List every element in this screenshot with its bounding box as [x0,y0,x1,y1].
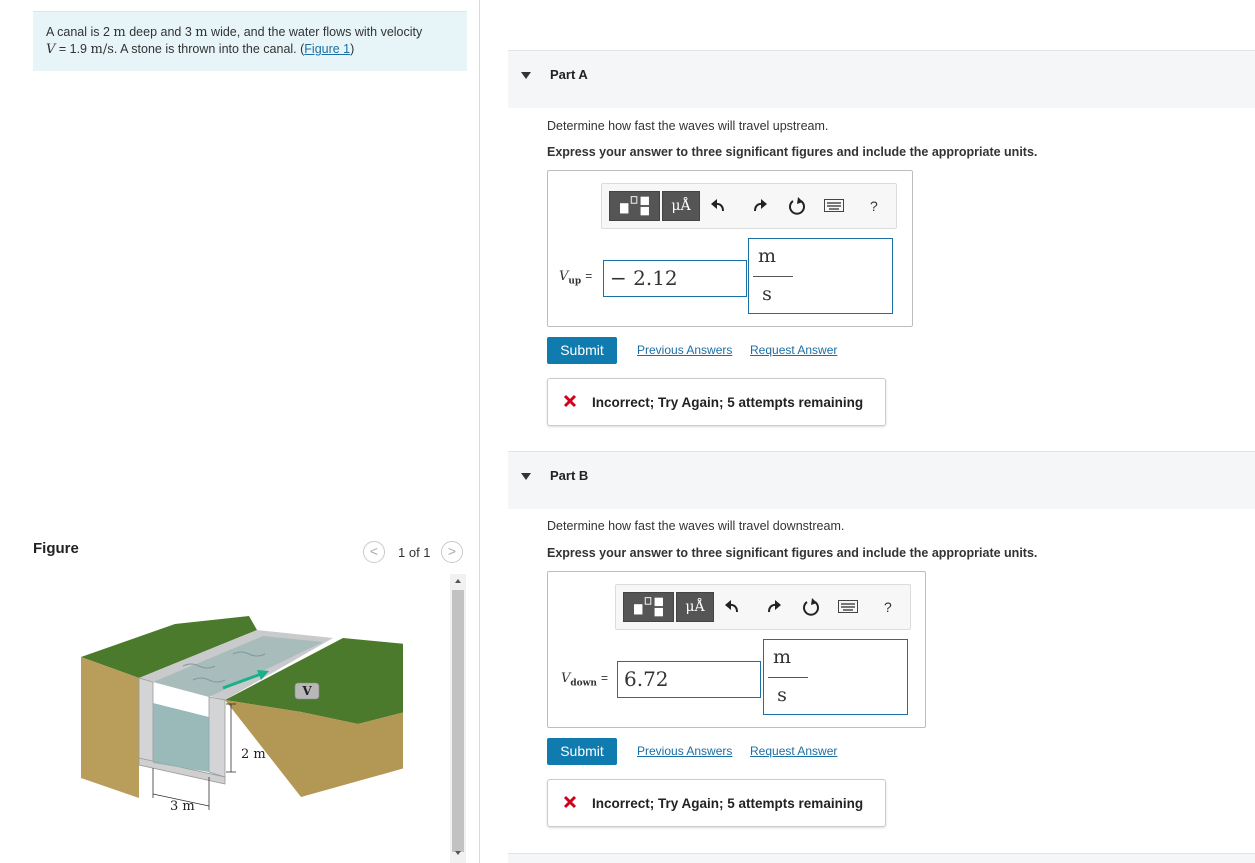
x-mark-icon [563,394,577,408]
width-label: 3 m [170,799,195,814]
unit-mps: m/s [90,42,114,57]
part-a-answer-box: μÅ ? Vup = − 2.12 m s [547,170,913,327]
unit-m-1: m [113,25,126,40]
part-b-question: Determine how fast the waves will travel… [547,519,845,533]
column-divider [479,0,480,863]
part-b-unit-denominator: s [777,684,787,706]
figure-title: Figure [33,540,79,557]
part-b-value-input[interactable]: 6.72 [617,661,761,698]
next-part-header [508,853,1255,863]
depth-label: 2 m [241,747,266,762]
part-a-submit-button[interactable]: Submit [547,337,617,364]
units-button[interactable]: μÅ [676,592,714,622]
velocity-label: V [301,684,312,698]
part-a-question: Determine how fast the waves will travel… [547,119,829,133]
figure-link[interactable]: Figure 1 [304,42,350,56]
part-b-previous-answers-link[interactable]: Previous Answers [637,744,732,758]
units-button[interactable]: μÅ [662,191,700,221]
keyboard-icon[interactable] [838,600,858,614]
help-button[interactable]: ? [870,198,878,214]
part-b-unit-fraction-bar [768,677,808,678]
problem-text-6: ) [350,42,355,56]
part-b-request-answer-link[interactable]: Request Answer [750,744,837,758]
figure-scroll-thumb[interactable] [452,590,464,852]
part-b-title: Part B [550,468,589,483]
problem-text-3: wide, and the water flows with velocity [207,25,423,39]
scroll-down-icon[interactable] [450,846,466,860]
problem-statement: A canal is 2 m deep and 3 m wide, and th… [33,11,467,71]
part-b-header[interactable]: Part B [508,451,1255,509]
problem-text-1: A canal is 2 [46,25,114,39]
part-a-title: Part A [550,67,588,82]
canal-figure: V 2 m 3 m [81,616,403,814]
part-a-unit-denominator: s [762,283,772,305]
reset-icon[interactable] [800,597,822,619]
figure-next-button[interactable]: > [441,541,463,563]
part-a-unit-input[interactable]: m s [748,238,893,314]
part-a-feedback: Incorrect; Try Again; 5 attempts remaini… [547,378,886,426]
part-a-instruction: Express your answer to three significant… [547,145,1038,159]
soil-front-left [81,657,139,798]
problem-text-2: deep and 3 [125,25,196,39]
triangle-down-icon[interactable] [521,473,531,481]
part-b-answer-box: μÅ ? Vdown = 6.72 m s [547,571,926,728]
figure-counter: 1 of 1 [398,545,431,560]
velocity-symbol: V [46,42,56,57]
figure-prev-button[interactable]: < [363,541,385,563]
undo-icon[interactable] [708,196,730,218]
part-a-value-input[interactable]: − 2.12 [603,260,747,297]
part-a-toolbar: μÅ ? [601,183,897,229]
redo-icon[interactable] [748,196,770,218]
part-b-feedback: Incorrect; Try Again; 5 attempts remaini… [547,779,886,827]
figure-scrollbar[interactable] [450,574,466,863]
problem-text-4: = 1.9 [55,42,91,56]
triangle-down-icon[interactable] [521,72,531,80]
part-b-submit-button[interactable]: Submit [547,738,617,765]
part-b-unit-numerator: m [772,646,792,668]
part-a-unit-numerator: m [757,245,777,267]
part-a-unit-fraction-bar [753,276,793,277]
canal-wall-right [208,696,226,778]
part-a-feedback-text: Incorrect; Try Again; 5 attempts remaini… [592,395,864,410]
templates-icon[interactable] [609,191,660,221]
part-a-variable: Vup = [559,269,593,287]
problem-text-5: . A stone is thrown into the canal. ( [113,42,305,56]
x-mark-icon [563,795,577,809]
part-a-previous-answers-link[interactable]: Previous Answers [637,343,732,357]
undo-icon[interactable] [722,597,744,619]
part-b-toolbar: μÅ ? [615,584,911,630]
part-b-feedback-text: Incorrect; Try Again; 5 attempts remaini… [592,796,864,811]
part-a-request-answer-link[interactable]: Request Answer [750,343,837,357]
part-b-unit-input[interactable]: m s [763,639,908,715]
reset-icon[interactable] [786,196,808,218]
redo-icon[interactable] [762,597,784,619]
part-b-variable: Vdown = [561,671,608,689]
canal-wall-left [138,677,154,764]
keyboard-icon[interactable] [824,199,844,213]
help-button[interactable]: ? [884,599,892,615]
part-a-header[interactable]: Part A [508,50,1255,108]
unit-m-2: m [195,25,208,40]
water-cross-section [153,703,209,772]
part-b-instruction: Express your answer to three significant… [547,546,1038,560]
scroll-up-icon[interactable] [450,574,466,588]
templates-icon[interactable] [623,592,674,622]
